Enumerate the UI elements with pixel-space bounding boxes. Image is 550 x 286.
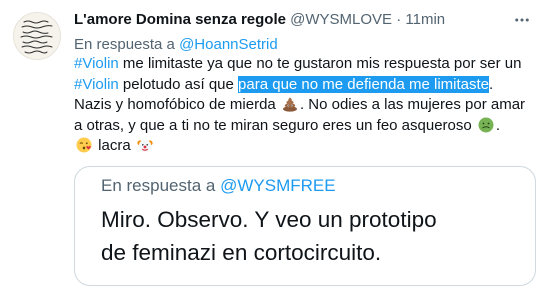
tweet-text-line: #Violin me limitaste ya que no te gustar… xyxy=(74,54,536,75)
quoted-reply-context: En respuesta a @WYSMFREE xyxy=(101,173,336,199)
kissing-face-icon xyxy=(76,137,92,153)
tweet-text-segment: . xyxy=(489,75,494,93)
display-name[interactable]: L'amore Domina senza regole xyxy=(74,11,286,28)
tweet-text-segment: . xyxy=(495,116,501,134)
tweet-header: L'amore Domina senza regole @WYSMLOVE · … xyxy=(74,10,510,30)
tweet[interactable]: L'amore Domina senza regole @WYSMLOVE · … xyxy=(0,0,550,286)
tweet-text-segment: lacra xyxy=(94,137,135,154)
pile-of-poo-icon xyxy=(282,97,297,112)
quoted-reply-prefix: En respuesta a xyxy=(101,176,216,195)
reply-prefix: En respuesta a xyxy=(74,36,175,53)
quoted-text-line: de feminazi en cortocircuito. xyxy=(101,240,382,265)
hashtag-link[interactable]: #Violin xyxy=(74,55,119,72)
tweet-text-segment: pelotudo así que xyxy=(118,75,239,93)
quoted-tweet[interactable]: En respuesta a @WYSMFREE Miro. Observo. … xyxy=(74,166,536,286)
avatar[interactable] xyxy=(13,12,61,60)
tweet-text-segment: . No odies a las mujeres por amar xyxy=(299,96,526,113)
clown-face-icon xyxy=(137,139,153,153)
hashtag-link[interactable]: #Violin xyxy=(74,76,119,93)
separator-dot: · xyxy=(396,11,402,28)
tweet-text-segment: Nazis y homofóbico de mierda xyxy=(74,96,280,113)
quoted-text-line: Miro. Observo. Y veo un prototipo xyxy=(101,207,437,232)
tweet-text-line: #Violin pelotudo así que para que no me … xyxy=(74,75,536,96)
quoted-reply-to-link[interactable]: @WYSMFREE xyxy=(220,176,335,195)
nauseated-face-icon xyxy=(478,117,494,132)
tweet-timestamp[interactable]: 11min xyxy=(405,11,445,28)
avatar-handwriting-image xyxy=(14,13,60,59)
tweet-text: #Violin me limitaste ya que no te gustar… xyxy=(74,54,536,157)
reply-to-link[interactable]: @HoannSetrid xyxy=(179,36,278,53)
selected-text[interactable]: para que no me defienda me limitaste xyxy=(238,75,490,93)
more-horizontal-icon xyxy=(515,18,529,22)
more-options-button[interactable] xyxy=(508,6,536,34)
tweet-text-line: a otras, y que a ti no te miran seguro e… xyxy=(74,116,536,137)
tweet-text-segment: a otras, y que a ti no te miran seguro e… xyxy=(74,116,476,134)
tweet-text-line: lacra xyxy=(74,136,536,157)
reply-context: En respuesta a @HoannSetrid xyxy=(74,35,278,55)
tweet-text-segment: me limitaste ya que no te gustaron mis r… xyxy=(118,55,522,72)
tweet-text-line: Nazis y homofóbico de mierda . No odies … xyxy=(74,95,536,116)
user-handle[interactable]: @WYSMLOVE xyxy=(290,11,392,28)
quoted-tweet-text: Miro. Observo. Y veo un prototipo de fem… xyxy=(101,203,437,269)
